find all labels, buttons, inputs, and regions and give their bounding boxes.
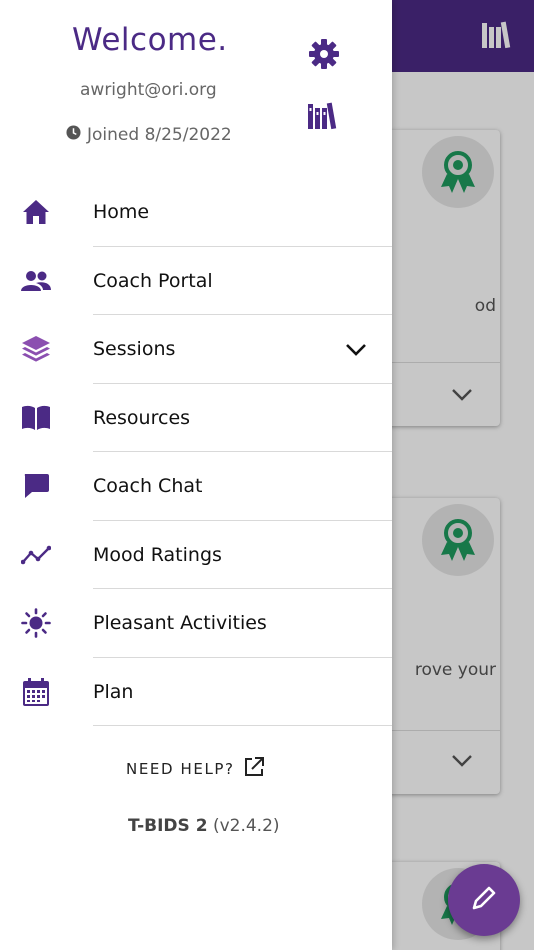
nav-item-label: Coach Portal bbox=[93, 269, 213, 292]
app-version: T-BIDS 2 (v2.4.2) bbox=[128, 816, 280, 836]
library-button[interactable] bbox=[306, 100, 342, 136]
settings-button[interactable] bbox=[306, 38, 342, 74]
nav-item-sessions[interactable]: Sessions bbox=[0, 315, 392, 384]
user-email: awright@ori.org bbox=[80, 80, 217, 100]
home-icon bbox=[20, 196, 52, 228]
nav-item-label: Home bbox=[93, 201, 150, 224]
people-icon bbox=[20, 265, 52, 297]
nav-item-label: Plan bbox=[93, 680, 134, 703]
nav-item-label: Resources bbox=[93, 406, 191, 429]
calendar-icon bbox=[20, 676, 52, 708]
navigation-drawer: Welcome. awright@ori.org Joined 8/25/202… bbox=[0, 0, 392, 950]
sun-icon bbox=[20, 607, 52, 639]
nav-item-label: Mood Ratings bbox=[93, 543, 222, 566]
need-help-label: NEED HELP? bbox=[126, 760, 235, 778]
book-icon bbox=[20, 402, 52, 434]
version-number: (v2.4.2) bbox=[212, 816, 280, 836]
clock-icon bbox=[66, 125, 81, 145]
nav-item-label: Coach Chat bbox=[93, 475, 203, 498]
nav-item-coach-chat[interactable]: Coach Chat bbox=[0, 452, 392, 521]
chat-icon bbox=[20, 470, 52, 502]
gear-icon bbox=[308, 38, 340, 74]
nav-item-home[interactable]: Home bbox=[0, 178, 392, 247]
chevron-down-icon[interactable] bbox=[344, 337, 368, 361]
new-entry-button[interactable] bbox=[448, 864, 520, 936]
nav-item-plan[interactable]: Plan bbox=[0, 658, 392, 726]
nav-divider bbox=[93, 725, 392, 726]
joined-label: Joined 8/25/2022 bbox=[87, 125, 232, 145]
need-help-link[interactable]: NEED HELP? bbox=[126, 756, 265, 782]
trend-icon bbox=[20, 539, 52, 571]
nav-item-resources[interactable]: Resources bbox=[0, 384, 392, 452]
external-link-icon bbox=[243, 756, 265, 782]
nav-item-mood-ratings[interactable]: Mood Ratings bbox=[0, 521, 392, 589]
layers-icon bbox=[20, 333, 52, 365]
app-name: T-BIDS 2 bbox=[128, 816, 208, 836]
nav-item-label: Pleasant Activities bbox=[93, 612, 267, 635]
nav-item-coach-portal[interactable]: Coach Portal bbox=[0, 247, 392, 315]
joined-date: Joined 8/25/2022 bbox=[66, 125, 232, 145]
library-icon bbox=[308, 101, 340, 135]
nav-list: Home Coach Portal Sessions Resources Coa… bbox=[0, 178, 392, 726]
nav-item-pleasant-activities[interactable]: Pleasant Activities bbox=[0, 589, 392, 658]
pencil-icon bbox=[470, 884, 498, 916]
welcome-heading: Welcome. bbox=[72, 22, 228, 58]
nav-item-label: Sessions bbox=[93, 338, 176, 361]
